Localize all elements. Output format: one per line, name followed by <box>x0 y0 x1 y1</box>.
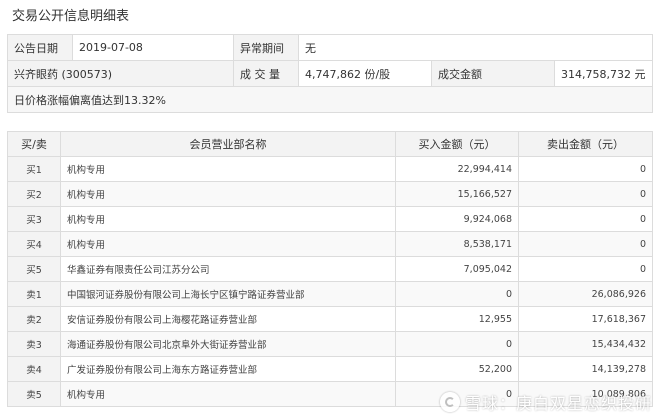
table-row: 买1 机构专用 22,994,414 0 <box>7 156 653 182</box>
amount-value: 314,758,732 元 <box>554 60 653 87</box>
row-side: 买2 <box>7 181 61 207</box>
row-side: 卖3 <box>7 331 61 357</box>
table-row: 卖3 海通证券股份有限公司北京阜外大街证券营业部 0 15,434,432 <box>7 331 653 357</box>
row-sell: 15,434,432 <box>518 331 653 357</box>
row-name: 海通证券股份有限公司北京阜外大街证券营业部 <box>60 331 396 357</box>
row-name: 安信证券股份有限公司上海樱花路证券营业部 <box>60 306 396 332</box>
row-name: 机构专用 <box>60 181 396 207</box>
row-name: 广发证券股份有限公司上海东方路证券营业部 <box>60 356 396 382</box>
row-sell: 17,618,367 <box>518 306 653 332</box>
table-row: 买4 机构专用 8,538,171 0 <box>7 231 653 257</box>
info-row-reason: 日价格涨幅偏离值达到13.32% <box>7 86 653 113</box>
row-sell: 0 <box>518 256 653 282</box>
volume-value: 4,747,862 份/股 <box>298 60 432 87</box>
row-side: 买4 <box>7 231 61 257</box>
table-row: 卖1 中国银河证券股份有限公司上海长宁区镇宁路证券营业部 0 26,086,926 <box>7 281 653 307</box>
header-sell: 卖出金额（元） <box>518 131 653 157</box>
info-row-date: 公告日期 2019-07-08 异常期间 无 <box>7 34 653 61</box>
row-side: 卖4 <box>7 356 61 382</box>
table-row: 卖4 广发证券股份有限公司上海东方路证券营业部 52,200 14,139,278 <box>7 356 653 382</box>
row-side: 卖5 <box>7 381 61 407</box>
row-sell: 0 <box>518 206 653 232</box>
row-side: 卖2 <box>7 306 61 332</box>
table-row: 买3 机构专用 9,924,068 0 <box>7 206 653 232</box>
row-name: 机构专用 <box>60 206 396 232</box>
snowball-logo-icon <box>439 392 460 412</box>
row-buy: 12,955 <box>395 306 519 332</box>
row-buy: 0 <box>395 281 519 307</box>
row-sell: 26,086,926 <box>518 281 653 307</box>
header-name: 会员营业部名称 <box>60 131 396 157</box>
row-buy: 9,924,068 <box>395 206 519 232</box>
row-name: 中国银河证券股份有限公司上海长宁区镇宁路证券营业部 <box>60 281 396 307</box>
header-buy: 买入金额（元） <box>395 131 519 157</box>
info-table: 公告日期 2019-07-08 异常期间 无 兴齐眼药 (300573) 成 交… <box>7 34 653 113</box>
date-value: 2019-07-08 <box>72 34 234 61</box>
row-name: 机构专用 <box>60 381 396 407</box>
watermark-text: 雪球：庚白双星恋织投研 <box>464 394 652 413</box>
info-row-stock: 兴齐眼药 (300573) 成 交 量 4,747,862 份/股 成交金额 3… <box>7 60 653 87</box>
row-sell: 14,139,278 <box>518 356 653 382</box>
watermark: 雪球：庚白双星恋织投研 <box>439 390 652 414</box>
period-value: 无 <box>298 34 653 61</box>
row-side: 买1 <box>7 156 61 182</box>
row-side: 买5 <box>7 256 61 282</box>
detail-header-row: 买/卖 会员营业部名称 买入金额（元） 卖出金额（元） <box>7 131 653 157</box>
amount-label: 成交金额 <box>431 60 555 87</box>
row-name: 机构专用 <box>60 156 396 182</box>
table-row: 买2 机构专用 15,166,527 0 <box>7 181 653 207</box>
row-buy: 22,994,414 <box>395 156 519 182</box>
row-sell: 0 <box>518 181 653 207</box>
table-row: 卖2 安信证券股份有限公司上海樱花路证券营业部 12,955 17,618,367 <box>7 306 653 332</box>
row-side: 买3 <box>7 206 61 232</box>
row-name: 华鑫证券有限责任公司江苏分公司 <box>60 256 396 282</box>
reason-text: 日价格涨幅偏离值达到13.32% <box>7 86 653 113</box>
detail-table: 买/卖 会员营业部名称 买入金额（元） 卖出金额（元） 买1 机构专用 22,994… <box>7 131 653 407</box>
row-sell: 0 <box>518 231 653 257</box>
row-sell: 0 <box>518 156 653 182</box>
header-side: 买/卖 <box>7 131 61 157</box>
volume-label: 成 交 量 <box>233 60 299 87</box>
date-label: 公告日期 <box>7 34 73 61</box>
period-label: 异常期间 <box>233 34 299 61</box>
row-buy: 8,538,171 <box>395 231 519 257</box>
stock-name: 兴齐眼药 (300573) <box>7 60 234 87</box>
row-name: 机构专用 <box>60 231 396 257</box>
page-title: 交易公开信息明细表 <box>12 9 130 24</box>
table-row: 买5 华鑫证券有限责任公司江苏分公司 7,095,042 0 <box>7 256 653 282</box>
row-buy: 15,166,527 <box>395 181 519 207</box>
row-side: 卖1 <box>7 281 61 307</box>
row-buy: 0 <box>395 331 519 357</box>
row-buy: 52,200 <box>395 356 519 382</box>
row-buy: 7,095,042 <box>395 256 519 282</box>
